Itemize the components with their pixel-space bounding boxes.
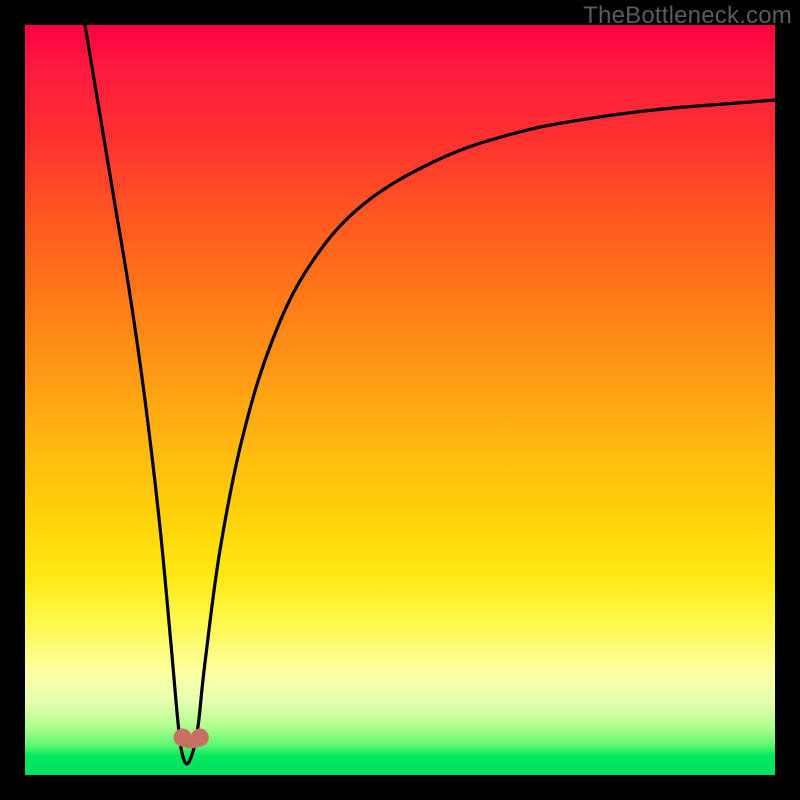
- curve-svg: [25, 25, 775, 775]
- plot-area: [25, 25, 775, 775]
- outer-frame: TheBottleneck.com: [0, 0, 800, 800]
- bottleneck-curve: [85, 25, 775, 764]
- valley-left-marker: [174, 729, 192, 747]
- valley-right-marker: [191, 729, 209, 747]
